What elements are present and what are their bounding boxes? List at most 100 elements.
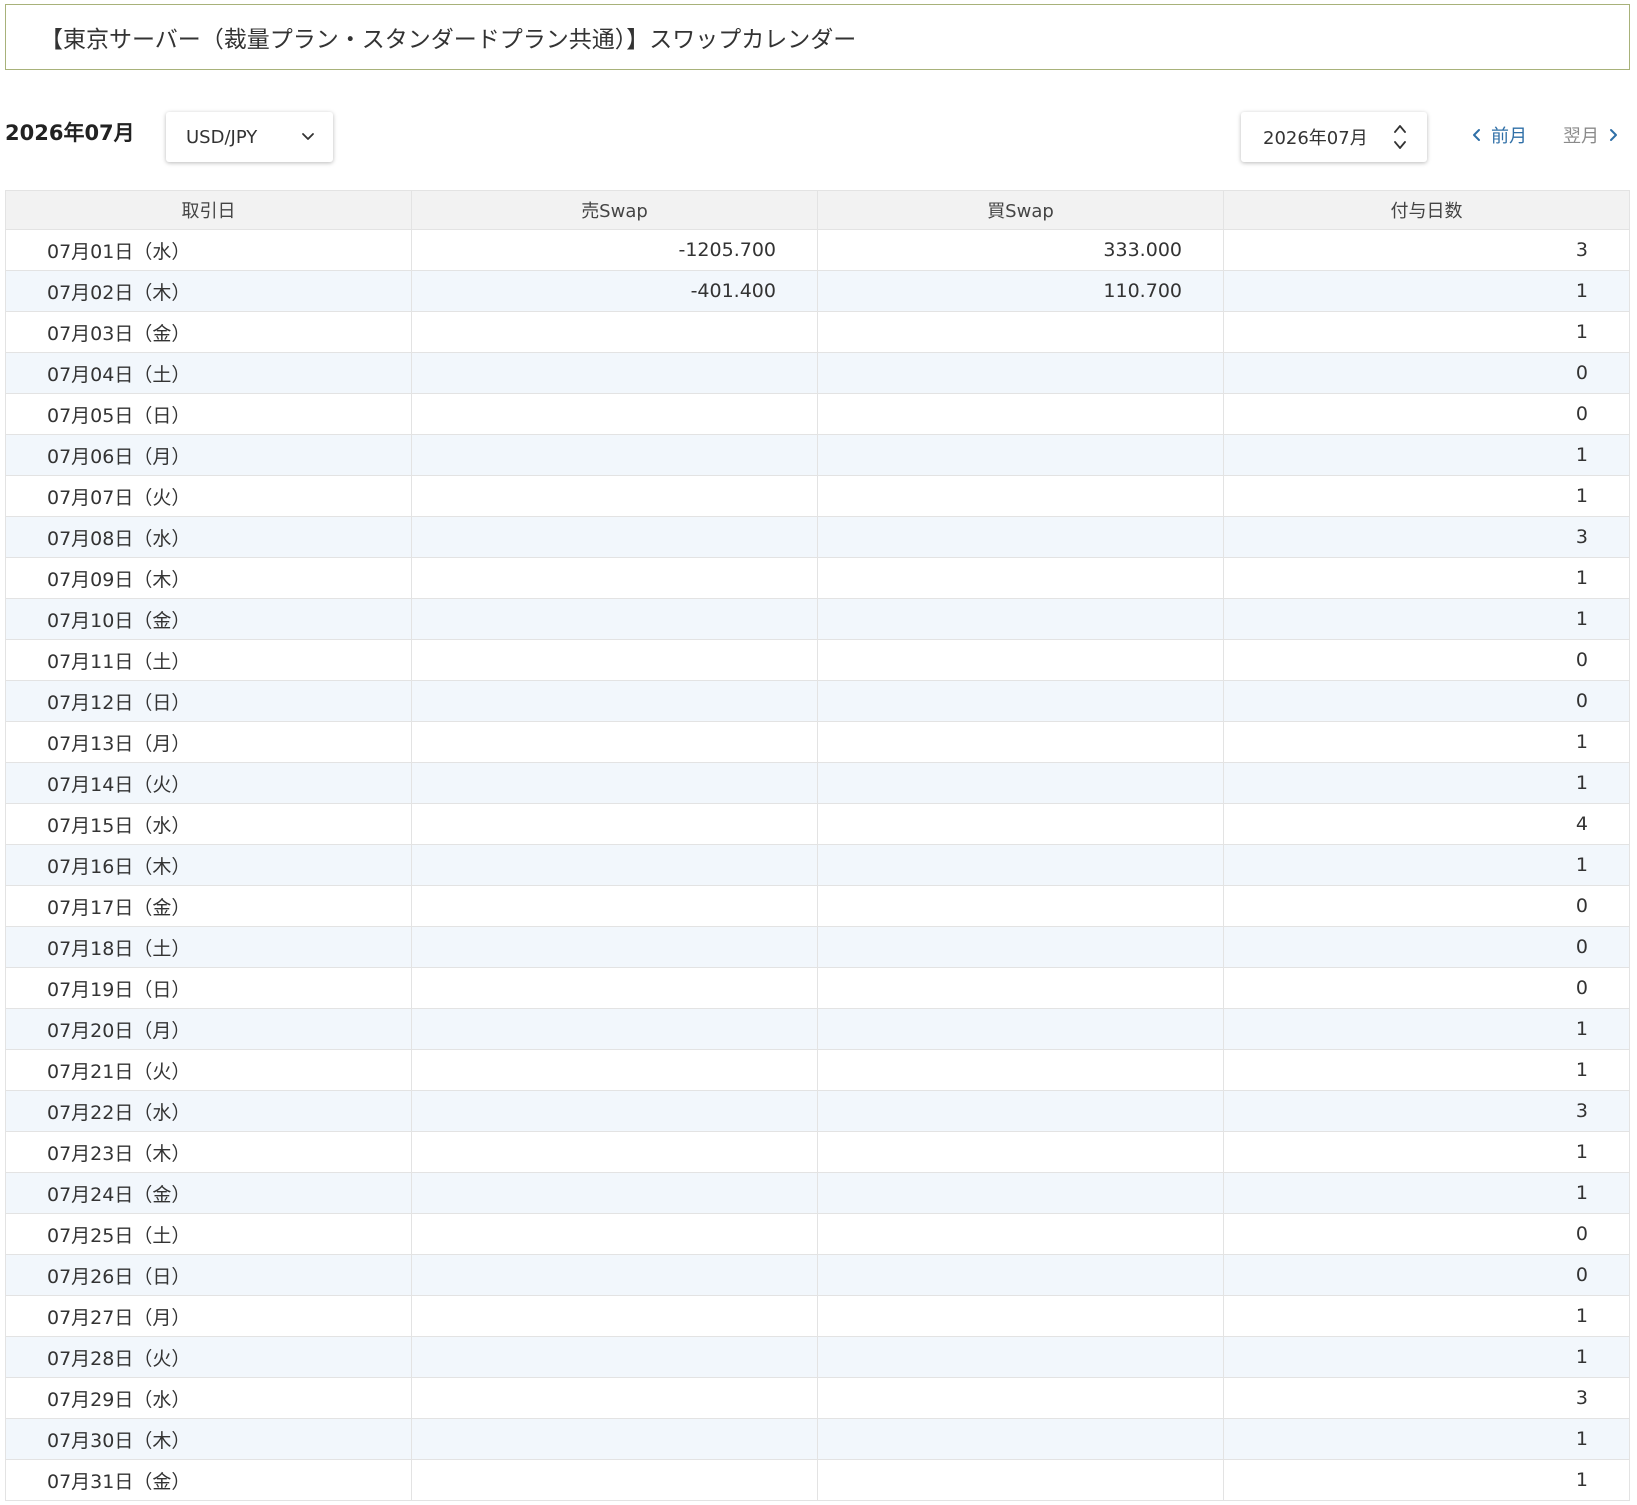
trade-date-cell: 07月01日（水） — [5, 229, 412, 271]
grant-days-cell: 0 — [1223, 1213, 1630, 1255]
sell-swap-cell: -1205.700 — [411, 229, 818, 271]
table-row: 07月23日（木） 1 — [5, 1131, 1630, 1173]
buy-swap-cell — [817, 1172, 1224, 1214]
buy-swap-cell — [817, 1008, 1224, 1050]
sell-swap-cell — [411, 1254, 818, 1296]
sell-swap-cell — [411, 967, 818, 1009]
table-row: 07月11日（土） 0 — [5, 639, 1630, 681]
table-row: 07月25日（土） 0 — [5, 1213, 1630, 1255]
month-select-value: 2026年07月 — [1263, 128, 1368, 149]
next-month-link[interactable]: 翌月 — [1563, 122, 1619, 148]
table-row: 07月05日（日） 0 — [5, 393, 1630, 435]
prev-month-link[interactable]: 前月 — [1471, 122, 1527, 148]
grant-days-cell: 4 — [1223, 803, 1630, 845]
grant-days-cell: 0 — [1223, 393, 1630, 435]
sell-swap-cell — [411, 762, 818, 804]
sell-swap-cell — [411, 1090, 818, 1132]
grant-days-cell: 3 — [1223, 1090, 1630, 1132]
buy-swap-cell: 110.700 — [817, 270, 1224, 312]
table-row: 07月27日（月） 1 — [5, 1295, 1630, 1337]
buy-swap-cell — [817, 434, 1224, 476]
table-row: 07月10日（金） 1 — [5, 598, 1630, 640]
prev-month-label: 前月 — [1491, 126, 1527, 147]
trade-date-cell: 07月09日（木） — [5, 557, 412, 599]
trade-date-cell: 07月20日（月） — [5, 1008, 412, 1050]
sell-swap-cell — [411, 885, 818, 927]
table-row: 07月22日（水） 3 — [5, 1090, 1630, 1132]
sell-swap-cell — [411, 1459, 818, 1501]
table-row: 07月03日（金） 1 — [5, 311, 1630, 353]
buy-swap-cell — [817, 1049, 1224, 1091]
month-select[interactable]: 2026年07月 — [1241, 112, 1427, 162]
table-row: 07月24日（金） 1 — [5, 1172, 1630, 1214]
sell-swap-cell — [411, 352, 818, 394]
grant-days-cell: 1 — [1223, 434, 1630, 476]
table-row: 07月01日（水） -1205.700 333.000 3 — [5, 229, 1630, 271]
buy-swap-cell — [817, 1459, 1224, 1501]
grant-days-cell: 1 — [1223, 1295, 1630, 1337]
toolbar: 2026年07月 USD/JPY 2026年07月 前月 翌月 — [5, 108, 1630, 164]
grant-days-cell: 1 — [1223, 1336, 1630, 1378]
trade-date-cell: 07月06日（月） — [5, 434, 412, 476]
grant-days-cell: 1 — [1223, 1049, 1630, 1091]
sell-swap-cell — [411, 1213, 818, 1255]
buy-swap-cell — [817, 1336, 1224, 1378]
grant-days-cell: 1 — [1223, 598, 1630, 640]
grant-days-cell: 0 — [1223, 352, 1630, 394]
table-row: 07月19日（日） 0 — [5, 967, 1630, 1009]
table-row: 07月08日（水） 3 — [5, 516, 1630, 558]
buy-swap-cell — [817, 475, 1224, 517]
grant-days-cell: 1 — [1223, 844, 1630, 886]
buy-swap-cell — [817, 1377, 1224, 1419]
sell-swap-cell — [411, 680, 818, 722]
chevron-left-icon — [1473, 129, 1480, 141]
table-row: 07月02日（木） -401.400 110.700 1 — [5, 270, 1630, 312]
sell-swap-cell — [411, 1008, 818, 1050]
page-title: 【東京サーバー（裁量プラン・スタンダードプラン共通）】スワップカレンダー — [40, 27, 857, 53]
trade-date-cell: 07月30日（木） — [5, 1418, 412, 1460]
table-row: 07月15日（水） 4 — [5, 803, 1630, 845]
buy-swap-cell — [817, 352, 1224, 394]
header-grant-days: 付与日数 — [1223, 190, 1630, 230]
table-row: 07月07日（火） 1 — [5, 475, 1630, 517]
grant-days-cell: 1 — [1223, 762, 1630, 804]
sell-swap-cell — [411, 1377, 818, 1419]
grant-days-cell: 0 — [1223, 885, 1630, 927]
buy-swap-cell — [817, 1090, 1224, 1132]
buy-swap-cell — [817, 639, 1224, 681]
trade-date-cell: 07月21日（火） — [5, 1049, 412, 1091]
grant-days-cell: 1 — [1223, 1418, 1630, 1460]
buy-swap-cell — [817, 1418, 1224, 1460]
sell-swap-cell — [411, 1131, 818, 1173]
grant-days-cell: 1 — [1223, 1459, 1630, 1501]
trade-date-cell: 07月05日（日） — [5, 393, 412, 435]
trade-date-cell: 07月12日（日） — [5, 680, 412, 722]
trade-date-cell: 07月31日（金） — [5, 1459, 412, 1501]
buy-swap-cell — [817, 598, 1224, 640]
sell-swap-cell — [411, 434, 818, 476]
grant-days-cell: 0 — [1223, 1254, 1630, 1296]
grant-days-cell: 1 — [1223, 475, 1630, 517]
currency-select[interactable]: USD/JPY — [166, 112, 333, 162]
trade-date-cell: 07月26日（日） — [5, 1254, 412, 1296]
trade-date-cell: 07月15日（水） — [5, 803, 412, 845]
currency-select-value: USD/JPY — [186, 126, 258, 148]
buy-swap-cell — [817, 516, 1224, 558]
next-month-label: 翌月 — [1563, 126, 1599, 147]
buy-swap-cell: 333.000 — [817, 229, 1224, 271]
chevron-right-icon — [1610, 129, 1617, 141]
up-down-arrows-icon — [1394, 125, 1406, 149]
table-row: 07月28日（火） 1 — [5, 1336, 1630, 1378]
trade-date-cell: 07月03日（金） — [5, 311, 412, 353]
sell-swap-cell — [411, 598, 818, 640]
table-row: 07月31日（金） 1 — [5, 1459, 1630, 1501]
table-row: 07月29日（水） 3 — [5, 1377, 1630, 1419]
grant-days-cell: 0 — [1223, 926, 1630, 968]
table-header-row: 取引日 売Swap 買Swap 付与日数 — [5, 190, 1630, 230]
grant-days-cell: 1 — [1223, 557, 1630, 599]
sell-swap-cell — [411, 926, 818, 968]
buy-swap-cell — [817, 762, 1224, 804]
table-row: 07月18日（土） 0 — [5, 926, 1630, 968]
table-row: 07月21日（火） 1 — [5, 1049, 1630, 1091]
trade-date-cell: 07月10日（金） — [5, 598, 412, 640]
